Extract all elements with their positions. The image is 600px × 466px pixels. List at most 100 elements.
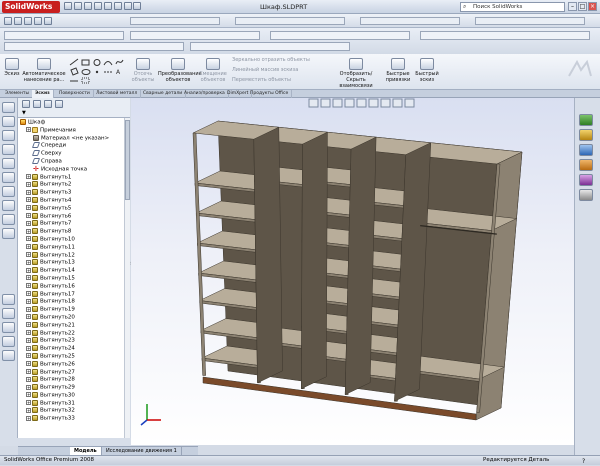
select-icon[interactable] (113, 2, 122, 10)
expand-icon[interactable]: + (26, 220, 31, 226)
tree-item[interactable]: + Вытянуть3 (20, 189, 130, 197)
tree-item[interactable]: + Вытянуть4 (20, 196, 130, 205)
expand-icon[interactable]: + (26, 181, 31, 187)
rapid-sketch-button[interactable]: Быстрый эскиз (414, 58, 440, 83)
print-icon[interactable] (93, 2, 102, 10)
tree-item[interactable]: + Вытянуть8 (20, 228, 130, 236)
tree-root[interactable]: Шкаф (20, 119, 130, 127)
expand-icon[interactable]: + (26, 252, 31, 258)
tree-item[interactable]: + Вытянуть13 (20, 259, 130, 267)
tab-office-products[interactable]: Продукты Office (247, 90, 293, 98)
graphics-area[interactable] (131, 98, 574, 445)
tab-sketch[interactable]: Эскиз (32, 90, 54, 98)
expand-icon[interactable]: + (26, 275, 31, 281)
tree-item[interactable]: + Вытянуть22 (20, 329, 130, 338)
tree-item[interactable]: + Вытянуть29 (20, 384, 130, 392)
resources-icon[interactable] (579, 114, 593, 126)
fillet-icon[interactable] (2, 172, 15, 183)
sketch-icon[interactable] (4, 17, 12, 25)
tree-item[interactable]: + Вытянуть23 (20, 337, 130, 345)
tree-item[interactable]: + Вытянуть26 (20, 360, 130, 369)
tree-item[interactable]: + Вытянуть10 (20, 235, 130, 244)
tab-weldments[interactable]: Сварные детали (140, 90, 187, 98)
tree-item[interactable]: + Вытянуть24 (20, 345, 130, 353)
tree-item[interactable]: + Вытянуть2 (20, 181, 130, 189)
expand-icon[interactable]: + (26, 298, 31, 304)
sketch-spline-icon[interactable] (2, 336, 15, 347)
options-icon[interactable] (133, 2, 142, 10)
linear-pattern-button[interactable]: Линейный массив эскиза (232, 67, 298, 73)
tree-item[interactable]: + Вытянуть6 (20, 212, 130, 221)
appearances-icon[interactable] (579, 189, 593, 201)
rebuild-icon[interactable] (123, 2, 132, 10)
expand-icon[interactable]: + (26, 127, 31, 133)
save-icon[interactable] (83, 2, 92, 10)
view-palette-icon[interactable] (579, 174, 593, 186)
tab-features[interactable]: Элементы (2, 90, 34, 98)
expand-icon[interactable]: + (26, 337, 31, 343)
expand-icon[interactable]: + (26, 376, 31, 382)
expand-icon[interactable]: + (26, 205, 31, 211)
tree-item[interactable]: + Вытянуть17 (20, 290, 130, 299)
configuration-tab-icon[interactable] (44, 100, 52, 108)
tree-item[interactable]: + Вытянуть32 (20, 407, 130, 415)
line-icon[interactable] (23, 17, 32, 25)
expand-icon[interactable]: + (26, 259, 31, 265)
expand-icon[interactable]: + (26, 407, 31, 413)
tree-item[interactable]: + Вытянуть18 (20, 298, 130, 306)
property-manager-tab-icon[interactable] (33, 100, 41, 108)
feature-tree-tab-icon[interactable] (22, 100, 30, 108)
tree-item[interactable]: + Вытянуть12 (20, 251, 130, 260)
expand-icon[interactable]: + (26, 236, 31, 242)
minimize-button[interactable]: – (568, 2, 577, 11)
tree-item[interactable]: + Вытянуть19 (20, 306, 130, 314)
expand-icon[interactable]: + (26, 330, 31, 336)
left-side-panel[interactable] (192, 132, 206, 376)
expand-icon[interactable]: + (26, 213, 31, 219)
sketch-tools-icons[interactable]: A (68, 58, 124, 86)
rib-icon[interactable] (2, 200, 15, 211)
auto-dimension-button[interactable]: Автоматическое нанесение ра... (22, 58, 66, 83)
open-icon[interactable] (73, 2, 82, 10)
divider-side[interactable] (253, 126, 283, 384)
tree-item[interactable]: + Вытянуть33 (20, 415, 130, 423)
sketch-circle-icon[interactable] (2, 308, 15, 319)
sketch-line-icon[interactable] (2, 294, 15, 305)
revolve-icon[interactable] (2, 116, 15, 127)
expand-icon[interactable]: + (26, 197, 31, 203)
expand-icon[interactable]: + (26, 384, 31, 390)
display-relations-button[interactable]: Отобразить/Скрыть взаимосвязи (330, 58, 382, 89)
close-button[interactable]: × (588, 2, 597, 11)
expand-icon[interactable]: + (26, 291, 31, 297)
tree-item[interactable]: + Вытянуть31 (20, 399, 130, 408)
tree-scrollbar[interactable] (124, 118, 130, 438)
tree-item[interactable]: + Вытянуть30 (20, 391, 130, 400)
tree-item[interactable]: + Вытянуть21 (20, 321, 130, 330)
tree-item[interactable]: ✛ Исходная точка (20, 165, 130, 174)
tab-surfaces[interactable]: Поверхности (56, 90, 94, 98)
tree-item[interactable]: + Вытянуть5 (20, 204, 130, 213)
tab-analysis[interactable]: Анализ/проверка (181, 90, 229, 98)
expand-icon[interactable]: + (26, 228, 31, 234)
dimxpert-tab-icon[interactable] (55, 100, 63, 108)
move-entities-button[interactable]: Переместить объекты (232, 77, 291, 83)
tree-item[interactable]: + Вытянуть1 (20, 173, 130, 182)
expand-icon[interactable]: + (26, 314, 31, 320)
convert-entities-button[interactable]: Преобразование объектов (158, 58, 202, 83)
expand-icon[interactable]: + (26, 400, 31, 406)
expand-icon[interactable]: + (26, 306, 31, 312)
tab-sheet-metal[interactable]: Листовой металл (93, 90, 142, 98)
search-input[interactable]: ⌕ Поиск SolidWorks (460, 2, 565, 12)
expand-icon[interactable]: + (26, 392, 31, 398)
tree-item[interactable]: + Вытянуть28 (20, 376, 130, 384)
tree-item[interactable]: Сверху (20, 150, 130, 158)
sketch-arc-icon[interactable] (2, 322, 15, 333)
circle-icon[interactable] (43, 17, 52, 25)
undo-icon[interactable] (103, 2, 112, 10)
expand-icon[interactable]: + (26, 322, 31, 328)
offset-entities-button[interactable]: Смещение объектов (198, 58, 228, 83)
tree-item[interactable]: + Вытянуть11 (20, 243, 130, 252)
tree-item[interactable]: + Примечания (20, 126, 130, 135)
rectangle-icon[interactable] (33, 17, 42, 25)
smart-dimension-icon[interactable] (13, 17, 22, 25)
